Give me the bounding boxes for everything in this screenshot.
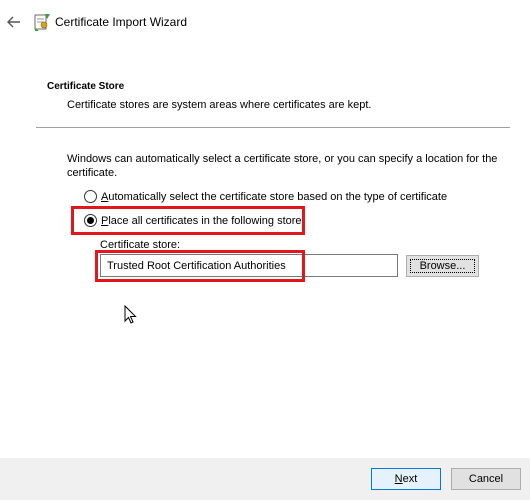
radio-button[interactable] [84,190,97,203]
cancel-button[interactable]: Cancel [451,468,521,490]
certificate-store-label: Certificate store: [100,239,181,251]
mnemonic: N [394,473,403,485]
label-rest: utomatically select the certificate stor… [108,190,448,203]
label-rest: lace all certificates in the following s… [108,214,302,227]
radio-place-in-store[interactable]: Place all certificates in the following … [84,214,302,227]
next-label-rest: ext [402,473,418,485]
next-button[interactable]: Next [371,468,441,490]
radio-auto-select[interactable]: Automatically select the certificate sto… [84,190,447,203]
certificate-store-field[interactable] [100,254,398,277]
radio-auto-select-label: Automatically select the certificate sto… [101,191,447,203]
back-arrow-icon [7,16,20,28]
mouse-pointer-icon [124,305,137,324]
certificate-wizard-icon [34,14,50,31]
section-title: Certificate Store [47,81,125,92]
section-description: Certificate stores are system areas wher… [67,99,372,111]
browse-button[interactable]: Browse... [406,255,479,277]
title-bar: Certificate Import Wizard [0,0,530,44]
radio-place-in-store-label: Place all certificates in the following … [101,215,302,227]
back-button[interactable] [4,12,24,32]
radio-button-checked[interactable] [84,214,97,227]
intro-text: Windows can automatically select a certi… [67,153,498,179]
focus-ring [410,259,475,273]
divider [36,127,510,128]
window-title: Certificate Import Wizard [55,15,188,29]
